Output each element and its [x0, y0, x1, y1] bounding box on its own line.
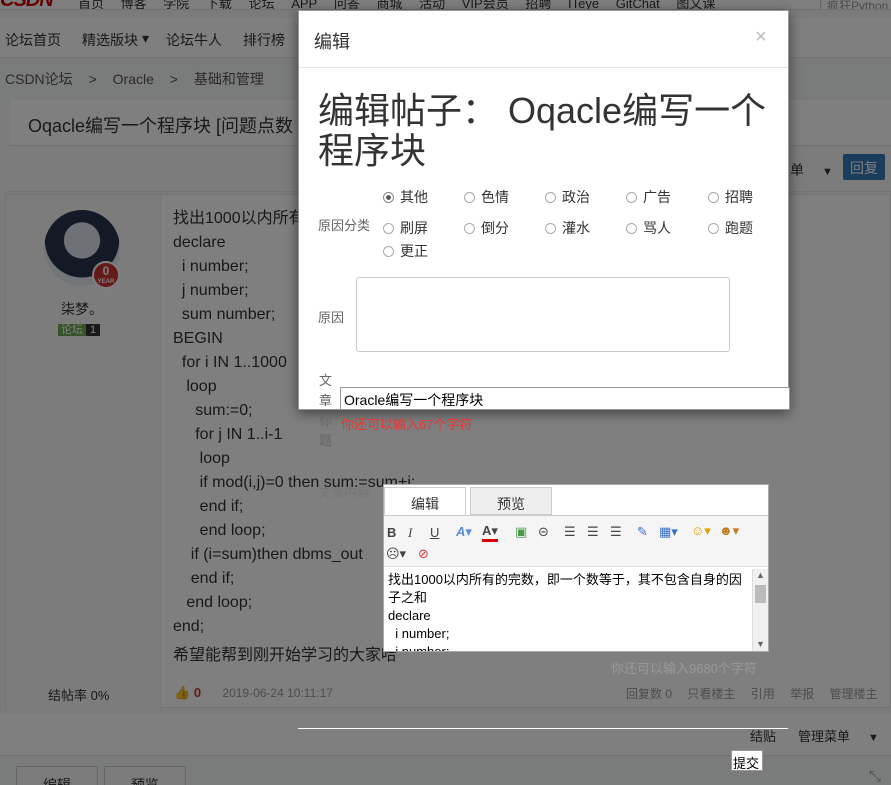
editor-tabs: 编辑 预览 [384, 485, 768, 515]
reason-radio[interactable]: 广告 [626, 187, 671, 207]
editor-toolbar: B I U A▾ A▾ ▣ ⊝ ☰ ☰ ☰ ✎ ▦▾ ☺▾ ☻▾ ☹▾ ⊘ [384, 515, 768, 567]
scroll-thumb[interactable] [755, 585, 766, 603]
reason-radio[interactable]: 色情 [464, 187, 509, 207]
modal-title: 编辑 [314, 32, 350, 52]
chars-remaining-hint: 你还可以输入9680个字符 [611, 661, 757, 676]
italic-button[interactable]: I [408, 525, 412, 541]
content-label: 文章内容 [318, 485, 371, 500]
face-emoticon-icon[interactable]: ☹▾ [386, 546, 406, 562]
scroll-down-icon[interactable]: ▼ [756, 639, 765, 649]
radio-icon [626, 192, 637, 203]
radio-icon [383, 223, 394, 234]
reason-radio[interactable]: 骂人 [626, 218, 671, 238]
insert-table-icon[interactable]: ▦▾ [659, 524, 678, 540]
reason-radio[interactable]: 其他 [383, 187, 428, 207]
editor-content[interactable]: 找出1000以内所有的完数，即一个数等于，其不包含自身的因子之和 declare… [388, 571, 750, 651]
reason-textarea[interactable] [356, 277, 730, 352]
reason-radio[interactable]: 政治 [545, 187, 590, 207]
font-style-icon[interactable]: A▾ [456, 524, 472, 540]
reason-radio[interactable]: 倒分 [464, 218, 509, 238]
article-title-input[interactable]: Oracle编写一个程序块 [340, 387, 790, 410]
divider [298, 728, 788, 729]
title-remaining-hint: 你还可以输入67个字符 [341, 417, 473, 432]
align-left-icon[interactable]: ☰ [564, 524, 576, 540]
scroll-up-icon[interactable]: ▲ [756, 570, 765, 580]
radio-icon [383, 246, 394, 257]
close-icon[interactable]: × [755, 26, 767, 49]
radio-checked-icon [383, 192, 394, 203]
radio-icon [545, 192, 556, 203]
modal-header: 编辑 × [299, 11, 788, 68]
bold-button[interactable]: B [387, 525, 396, 540]
article-title-label: 文章标题 [319, 373, 333, 448]
underline-button[interactable]: U [430, 525, 439, 540]
radio-icon [464, 192, 475, 203]
reason-radio[interactable]: 更正 [383, 241, 428, 261]
emoticon-icon[interactable]: ☺▾ [691, 523, 711, 539]
submit-button[interactable]: 提交 [731, 750, 763, 771]
align-right-icon[interactable]: ☰ [610, 524, 622, 540]
reason-radio[interactable]: 灌水 [545, 218, 590, 238]
reason-radio[interactable]: 跑题 [708, 218, 753, 238]
radio-icon [708, 223, 719, 234]
link-icon[interactable]: ⊝ [538, 524, 549, 540]
clear-format-icon[interactable]: ⊘ [418, 546, 429, 562]
reason-label: 原因 [318, 310, 345, 325]
reason-category-label: 原因分类 [318, 218, 371, 233]
image-icon[interactable]: ▣ [515, 524, 527, 540]
reason-radio[interactable]: 刷屏 [383, 218, 428, 238]
monkey-emoticon-icon[interactable]: ☻▾ [719, 523, 739, 539]
insert-code-icon[interactable]: ✎ [637, 524, 648, 540]
editor-tab-edit[interactable]: 编辑 [384, 487, 466, 515]
radio-icon [708, 192, 719, 203]
radio-icon [545, 223, 556, 234]
radio-icon [464, 223, 475, 234]
radio-icon [626, 223, 637, 234]
font-color-icon[interactable]: A▾ [482, 523, 498, 542]
edit-post-heading: 编辑帖子： Oqacle编写一个程序块 [318, 90, 767, 171]
editor-scrollbar[interactable]: ▲ ▼ [752, 569, 768, 651]
rich-text-editor: 编辑 预览 B I U A▾ A▾ ▣ ⊝ ☰ ☰ ☰ ✎ ▦▾ ☺▾ ☻▾ ☹… [383, 484, 769, 652]
reason-radio[interactable]: 招聘 [708, 187, 753, 207]
editor-tab-preview[interactable]: 预览 [470, 487, 552, 515]
edit-modal: 编辑 × 编辑帖子： Oqacle编写一个程序块 原因分类 其他 色情 政治 广… [298, 10, 789, 448]
align-center-icon[interactable]: ☰ [587, 524, 599, 540]
